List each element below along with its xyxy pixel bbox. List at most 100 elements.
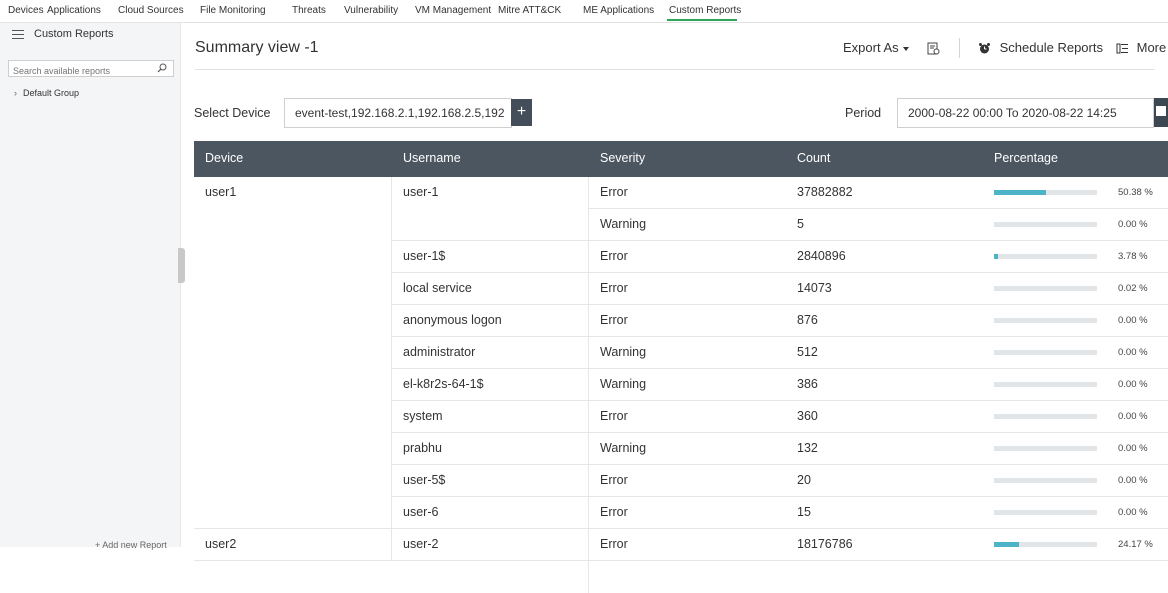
cell-severity: Warning: [600, 217, 646, 231]
cell-percentage: 0.00 %: [1118, 475, 1148, 486]
tab-cloud-sources[interactable]: Cloud Sources: [118, 5, 184, 16]
cell-severity: Error: [600, 313, 628, 327]
percentage-bar: [994, 222, 1097, 227]
cell-count: 876: [797, 313, 818, 327]
cell-count: 15: [797, 505, 811, 519]
table-row[interactable]: user-1$Error28408963.78 %: [194, 241, 1168, 273]
table-row[interactable]: local serviceError140730.02 %: [194, 273, 1168, 305]
percentage-bar: [994, 382, 1097, 387]
cell-count: 20: [797, 473, 811, 487]
caret-down-icon: [903, 47, 909, 51]
cell-count: 512: [797, 345, 818, 359]
column-header-percentage[interactable]: Percentage: [994, 151, 1058, 165]
table-row[interactable]: user-6Error150.00 %: [194, 497, 1168, 529]
table-row[interactable]: system Error 360 0.00 %: [194, 401, 1168, 433]
cell-percentage: 0.00 %: [1118, 507, 1148, 518]
add-device-button[interactable]: +: [511, 99, 532, 126]
period-value: 2000-08-22 00:00 To 2020-08-22 14:25: [908, 106, 1117, 120]
cell-device: user1: [205, 185, 236, 199]
cell-count: 37882882: [797, 185, 853, 199]
cell-device: user2: [205, 537, 236, 551]
cell-count: 14073: [797, 281, 832, 295]
period-field[interactable]: 2000-08-22 00:00 To 2020-08-22 14:25: [897, 98, 1154, 128]
table-row[interactable]: user1user-1Error3788288250.38 %: [194, 177, 1168, 209]
cell-severity: Error: [600, 537, 628, 551]
table-row[interactable]: Warning50.00 %: [194, 209, 1168, 241]
calendar-button[interactable]: [1154, 98, 1168, 127]
export-as-label: Export As: [843, 40, 899, 55]
device-select-value: event-test,192.168.2.1,192.168.2.5,192.: [295, 106, 505, 120]
table-row[interactable]: administratorWarning5120.00 %: [194, 337, 1168, 369]
table-row[interactable]: user-5$ Error 20 0.00 %: [194, 465, 1168, 497]
cell-severity: Warning: [600, 441, 646, 455]
alarm-clock-icon: [978, 42, 991, 55]
tab-threats[interactable]: Threats: [292, 5, 326, 16]
cell-username: user-1$: [403, 249, 445, 263]
column-header-count[interactable]: Count: [797, 151, 830, 165]
percentage-bar: [994, 318, 1097, 323]
table-row[interactable]: user2user-2Error1817678624.17 %: [194, 529, 1168, 561]
export-as-dropdown[interactable]: Export As: [843, 40, 909, 55]
cell-percentage: 3.78 %: [1118, 251, 1148, 262]
pdf-export-icon[interactable]: [927, 42, 940, 55]
toolbar-separator: [959, 38, 960, 58]
report-search-input[interactable]: [9, 64, 152, 78]
menu-icon[interactable]: [12, 30, 24, 39]
add-new-report-link[interactable]: + Add new Report: [95, 540, 167, 550]
table-header: Device Username Severity Count Percentag…: [194, 141, 1168, 177]
tab-mitre-attack[interactable]: Mitre ATT&CK: [498, 5, 561, 16]
percentage-bar: [994, 510, 1097, 515]
column-header-device[interactable]: Device: [205, 151, 243, 165]
tab-applications[interactable]: Applications: [47, 5, 101, 16]
sidebar-item-default-group[interactable]: ›Default Group: [14, 88, 79, 98]
sidebar-title: Custom Reports: [34, 28, 113, 40]
schedule-reports-button[interactable]: Schedule Reports: [978, 40, 1103, 55]
cell-percentage: 0.00 %: [1118, 411, 1148, 422]
top-nav: Devices Applications Cloud Sources File …: [0, 0, 1168, 23]
more-button[interactable]: More: [1116, 40, 1166, 55]
cell-percentage: 24.17 %: [1118, 539, 1153, 550]
cell-severity: Warning: [600, 345, 646, 359]
cell-percentage: 0.00 %: [1118, 347, 1148, 358]
column-divider: [588, 177, 589, 593]
report-table: Device Username Severity Count Percentag…: [194, 141, 1168, 561]
tab-devices[interactable]: Devices: [8, 5, 44, 16]
table-row[interactable]: el-k8r2s-64-1$Warning3860.00 %: [194, 369, 1168, 401]
tab-file-monitoring[interactable]: File Monitoring: [200, 5, 266, 16]
active-tab-underline: [667, 19, 737, 21]
more-menu-icon: [1116, 42, 1129, 55]
search-icon[interactable]: [157, 63, 167, 73]
cell-severity: Error: [600, 473, 628, 487]
percentage-bar: [994, 350, 1097, 355]
report-search-box: [8, 60, 174, 77]
cell-percentage: 0.02 %: [1118, 283, 1148, 294]
cell-severity: Error: [600, 249, 628, 263]
tab-vm-management[interactable]: VM Management: [415, 5, 491, 16]
percentage-bar: [994, 478, 1097, 483]
period-label: Period: [845, 106, 881, 120]
tab-me-applications[interactable]: ME Applications: [583, 5, 654, 16]
percentage-bar: [994, 254, 1097, 259]
cell-severity: Error: [600, 505, 628, 519]
cell-username: system: [403, 409, 443, 423]
cell-percentage: 50.38 %: [1118, 187, 1153, 198]
tab-custom-reports[interactable]: Custom Reports: [669, 5, 741, 16]
table-body: user1user-1Error3788288250.38 %Warning50…: [194, 177, 1168, 561]
cell-count: 5: [797, 217, 804, 231]
page-title: Summary view -1: [195, 39, 319, 57]
column-header-severity[interactable]: Severity: [600, 151, 645, 165]
tab-vulnerability[interactable]: Vulnerability: [344, 5, 398, 16]
cell-severity: Error: [600, 409, 628, 423]
cell-username: user-5$: [403, 473, 445, 487]
cell-username: anonymous logon: [403, 313, 502, 327]
percentage-bar: [994, 542, 1097, 547]
cell-count: 18176786: [797, 537, 853, 551]
device-select-field[interactable]: event-test,192.168.2.1,192.168.2.5,192.: [284, 98, 512, 128]
table-row[interactable]: anonymous logonError8760.00 %: [194, 305, 1168, 337]
select-device-label: Select Device: [194, 106, 270, 120]
cell-count: 360: [797, 409, 818, 423]
table-row[interactable]: prabhuWarning1320.00 %: [194, 433, 1168, 465]
column-header-username[interactable]: Username: [403, 151, 461, 165]
cell-username: prabhu: [403, 441, 442, 455]
cell-percentage: 0.00 %: [1118, 379, 1148, 390]
